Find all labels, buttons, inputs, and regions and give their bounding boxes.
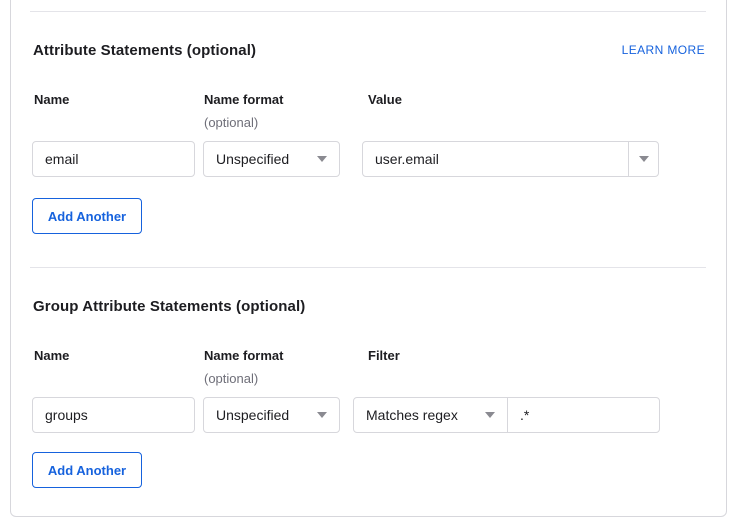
group-filter-value-input[interactable] [507,397,660,433]
section-divider-middle [30,267,706,268]
group-name-format-value: Unspecified [216,407,289,423]
chevron-down-icon [317,412,327,418]
attr-col-value-label: Value [368,92,402,107]
attr-value-dropdown-toggle[interactable] [628,141,659,177]
group-col-format-label: Name format [204,348,283,363]
attr-add-another-button[interactable]: Add Another [32,198,142,234]
attr-name-format-value: Unspecified [216,151,289,167]
group-add-another-button[interactable]: Add Another [32,452,142,488]
chevron-down-icon [485,412,495,418]
saml-settings-page: Attribute Statements (optional) LEARN MO… [0,0,737,530]
group-col-format-optional-label: (optional) [204,371,258,386]
group-filter-type-select[interactable]: Matches regex [353,397,508,433]
group-name-input[interactable] [32,397,195,433]
attr-col-format-optional-label: (optional) [204,115,258,130]
attr-col-name-label: Name [34,92,69,107]
settings-card [10,0,727,517]
group-col-name-label: Name [34,348,69,363]
chevron-down-icon [639,156,649,162]
attr-name-input[interactable] [32,141,195,177]
chevron-down-icon [317,156,327,162]
group-filter-type-value: Matches regex [366,407,458,423]
attr-value-input[interactable] [362,141,629,177]
group-col-filter-label: Filter [368,348,400,363]
attr-name-format-select[interactable]: Unspecified [203,141,340,177]
attribute-statements-title: Attribute Statements (optional) [33,42,256,59]
section-divider-top [30,11,706,12]
learn-more-link[interactable]: LEARN MORE [622,43,705,57]
group-name-format-select[interactable]: Unspecified [203,397,340,433]
group-attribute-statements-title: Group Attribute Statements (optional) [33,298,305,315]
attr-col-format-label: Name format [204,92,283,107]
